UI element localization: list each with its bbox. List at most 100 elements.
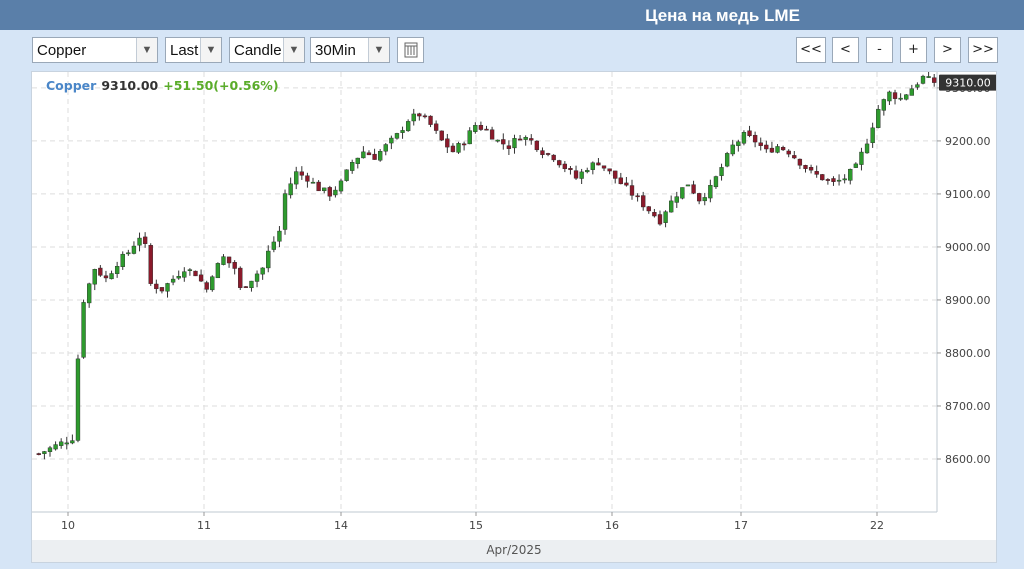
candle-down [624,182,629,186]
candle-up [590,162,595,170]
candle-down [198,274,204,282]
candle-down [825,179,831,181]
candle-up [344,169,349,181]
candle-up [523,137,528,140]
candle-down [557,160,562,166]
page-title: Цена на медь LME [645,6,800,25]
chart-style-select-value: Candle [234,42,282,59]
candle-up [719,167,724,176]
x-tick-label: 14 [334,519,348,532]
candle-up [378,151,383,161]
candle-down [154,283,159,290]
candles [36,72,937,460]
y-tick-label: 8800.00 [945,347,991,360]
chart-area[interactable]: 8600.00 8700.00 8800.00 8900.00 9000.00 9100.… [31,71,997,563]
candle-down [758,142,763,146]
candle-down [814,171,819,175]
candle-up [394,133,400,139]
candle-up [724,153,730,167]
nav-first-button[interactable]: << [796,37,826,63]
candle-down [534,140,540,151]
candle-up [277,230,282,242]
candle-down [103,275,109,279]
candle-down [484,128,489,131]
candle-down [36,453,41,455]
candle-down [501,139,506,145]
candle-down [691,184,696,194]
candle-up [909,88,914,96]
candle-up [266,250,271,269]
price-type-select[interactable]: Last ▼ [165,37,222,63]
zoom-out-button[interactable]: - [866,37,893,63]
candle-down [299,171,304,176]
candle-up [221,256,226,265]
candle-up [585,170,590,173]
candle-up [864,143,870,154]
candle-down [226,256,232,264]
nav-prev-button[interactable]: < [832,37,859,63]
x-axis-label-strip: Apr/2025 [32,540,996,562]
candle-down [573,170,579,179]
candle-up [282,193,288,230]
data-table-button[interactable] [397,37,424,63]
candle-up [109,273,114,280]
candle-down [562,163,568,170]
candle-down [808,167,814,171]
y-tick-label: 8900.00 [945,294,991,307]
candle-down [489,129,495,140]
chevron-down-icon: ▼ [283,38,304,62]
candle-up [775,146,780,153]
candle-down [551,154,556,161]
x-tick-label: 22 [870,519,884,532]
candle-up [120,253,125,267]
candle-up [730,144,735,155]
x-tick-label: 16 [605,519,619,532]
candle-down [646,206,651,212]
quote-price: 9310.00 [101,78,158,93]
x-tick-label: 17 [734,519,748,532]
candle-up [361,151,366,159]
price-type-select-value: Last [170,42,199,59]
candle-down [764,144,769,150]
candle-down [417,113,422,117]
chart-style-select[interactable]: Candle ▼ [229,37,305,63]
candle-up [663,211,668,223]
candle-up [915,84,920,88]
candle-up [350,162,355,171]
y-tick-label: 9200.00 [945,135,991,148]
candle-down [98,267,103,276]
candlestick-chart[interactable]: 8600.00 8700.00 8800.00 8900.00 9000.00 9100.… [32,72,996,562]
candle-up [53,444,58,450]
candle-down [657,214,663,225]
zoom-in-button[interactable]: + [900,37,927,63]
candle-down [629,185,635,196]
y-tick-label: 9000.00 [945,241,991,254]
candle-up [310,181,316,184]
candle-up [741,132,747,144]
candle-up [165,283,170,292]
candle-up [708,185,713,199]
candle-down [517,138,523,141]
candle-down [142,236,148,244]
candle-down [478,125,484,130]
candle-up [405,121,411,132]
y-tick-label: 8700.00 [945,400,991,413]
y-tick-label: 9100.00 [945,188,991,201]
candle-up [411,113,416,122]
candle-up [702,197,707,202]
interval-select-value: 30Min [315,42,356,59]
symbol-select[interactable]: Copper ▼ [32,37,158,63]
candle-down [148,245,153,284]
nav-next-button[interactable]: > [934,37,961,63]
quote-symbol: Copper [46,78,97,93]
candle-down [618,177,623,185]
interval-select[interactable]: 30Min ▼ [310,37,390,63]
nav-last-button[interactable]: >> [968,37,998,63]
candle-up [859,151,864,165]
candle-up [669,200,674,213]
candle-up [512,138,517,149]
candle-up [271,241,277,250]
candle-up [842,178,847,181]
candle-down [439,130,444,141]
candle-up [131,245,137,254]
